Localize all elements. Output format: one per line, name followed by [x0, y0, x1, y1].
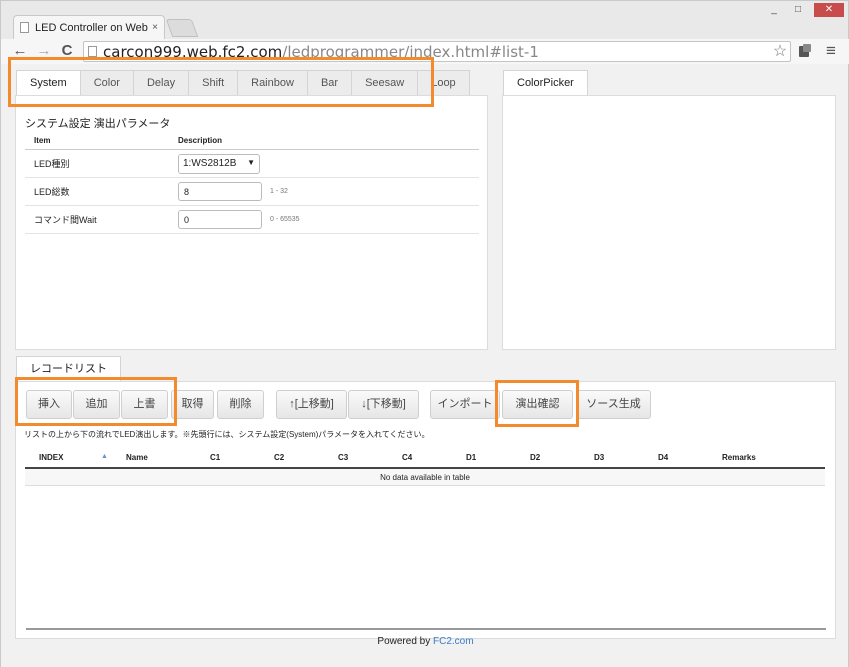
- param-hint: 1 - 32: [270, 188, 288, 195]
- col-name[interactable]: Name: [126, 453, 148, 462]
- new-tab-button[interactable]: [165, 19, 199, 37]
- menu-icon[interactable]: ≡: [822, 41, 840, 61]
- tab-close-icon[interactable]: ×: [152, 22, 158, 33]
- select-value: 1:WS2812B: [183, 157, 237, 169]
- command-wait-input[interactable]: 0: [178, 210, 262, 229]
- sort-asc-icon: ▲: [101, 453, 108, 460]
- page-icon: [88, 46, 97, 57]
- col-item: Item: [34, 136, 51, 145]
- highlight-edit-buttons: [15, 377, 177, 426]
- browser-tab-title: LED Controller on Web2: [35, 21, 149, 34]
- record-table: INDEX ▲ Name C1 C2 C3 C4 D1 D2 D3 D4 Rem…: [25, 446, 825, 486]
- footer-prefix: Powered by: [377, 636, 434, 647]
- table-row: LED総数 8 1 - 32: [25, 178, 479, 206]
- col-remarks[interactable]: Remarks: [722, 453, 756, 462]
- col-description: Description: [178, 136, 223, 145]
- colorpicker-tabs: ColorPicker: [503, 70, 588, 96]
- led-type-select[interactable]: 1:WS2812B ▼: [178, 153, 260, 174]
- footer: Powered by FC2.com: [1, 636, 849, 647]
- browser-chrome: LED Controller on Web2 × _ □ ✕ ← → C car…: [0, 0, 849, 65]
- col-c3[interactable]: C3: [338, 453, 348, 462]
- divider: [26, 628, 826, 630]
- led-count-input[interactable]: 8: [178, 182, 262, 201]
- move-down-button[interactable]: ↓[下移動]: [348, 390, 419, 419]
- col-c4[interactable]: C4: [402, 453, 412, 462]
- param-label: コマンド間Wait: [34, 215, 97, 225]
- import-button[interactable]: インポート: [430, 390, 500, 419]
- page-icon: [20, 22, 29, 33]
- browser-tab[interactable]: LED Controller on Web2 ×: [13, 15, 165, 39]
- window-minimize-button[interactable]: _: [764, 3, 784, 17]
- col-index[interactable]: INDEX: [39, 453, 63, 462]
- highlight-effect-tabs: [8, 57, 434, 107]
- system-params-table: Item Description LED種別 1:WS2812B ▼ LED総数…: [25, 132, 479, 234]
- extension-icon[interactable]: [797, 43, 813, 59]
- system-panel: システム設定 演出パラメータ Item Description LED種別 1:…: [15, 95, 488, 350]
- col-d2[interactable]: D2: [530, 453, 540, 462]
- param-label: LED種別: [34, 159, 70, 169]
- param-label: LED総数: [34, 187, 70, 197]
- table-row: LED種別 1:WS2812B ▼: [25, 150, 479, 178]
- move-up-button[interactable]: ↑[上移動]: [276, 390, 347, 419]
- instruction-text: リストの上から下の流れでLED演出します。※先頭行には、システム設定(Syste…: [24, 430, 430, 439]
- get-button[interactable]: 取得: [171, 390, 214, 419]
- empty-table-message: No data available in table: [25, 469, 825, 486]
- col-c2[interactable]: C2: [274, 453, 284, 462]
- table-row: コマンド間Wait 0 0 - 65535: [25, 206, 479, 234]
- table-header: Item Description: [25, 132, 479, 150]
- bookmark-star-icon[interactable]: ☆: [770, 42, 790, 61]
- colorpicker-panel[interactable]: [502, 95, 836, 350]
- col-d4[interactable]: D4: [658, 453, 668, 462]
- panel-title: システム設定 演出パラメータ: [25, 118, 171, 130]
- generate-source-button[interactable]: ソース生成: [576, 390, 651, 419]
- page: System Color Delay Shift Rainbow Bar See…: [0, 64, 849, 667]
- col-c1[interactable]: C1: [210, 453, 220, 462]
- chevron-down-icon: ▼: [247, 157, 255, 167]
- delete-button[interactable]: 削除: [217, 390, 264, 419]
- table-header: INDEX ▲ Name C1 C2 C3 C4 D1 D2 D3 D4 Rem…: [25, 446, 825, 469]
- col-d3[interactable]: D3: [594, 453, 604, 462]
- window-maximize-button[interactable]: □: [788, 3, 808, 17]
- tab-colorpicker[interactable]: ColorPicker: [503, 70, 588, 96]
- col-d1[interactable]: D1: [466, 453, 476, 462]
- window-close-button[interactable]: ✕: [814, 3, 844, 17]
- highlight-preview-button: [495, 380, 579, 427]
- fc2-link[interactable]: FC2.com: [433, 636, 474, 647]
- param-hint: 0 - 65535: [270, 216, 300, 223]
